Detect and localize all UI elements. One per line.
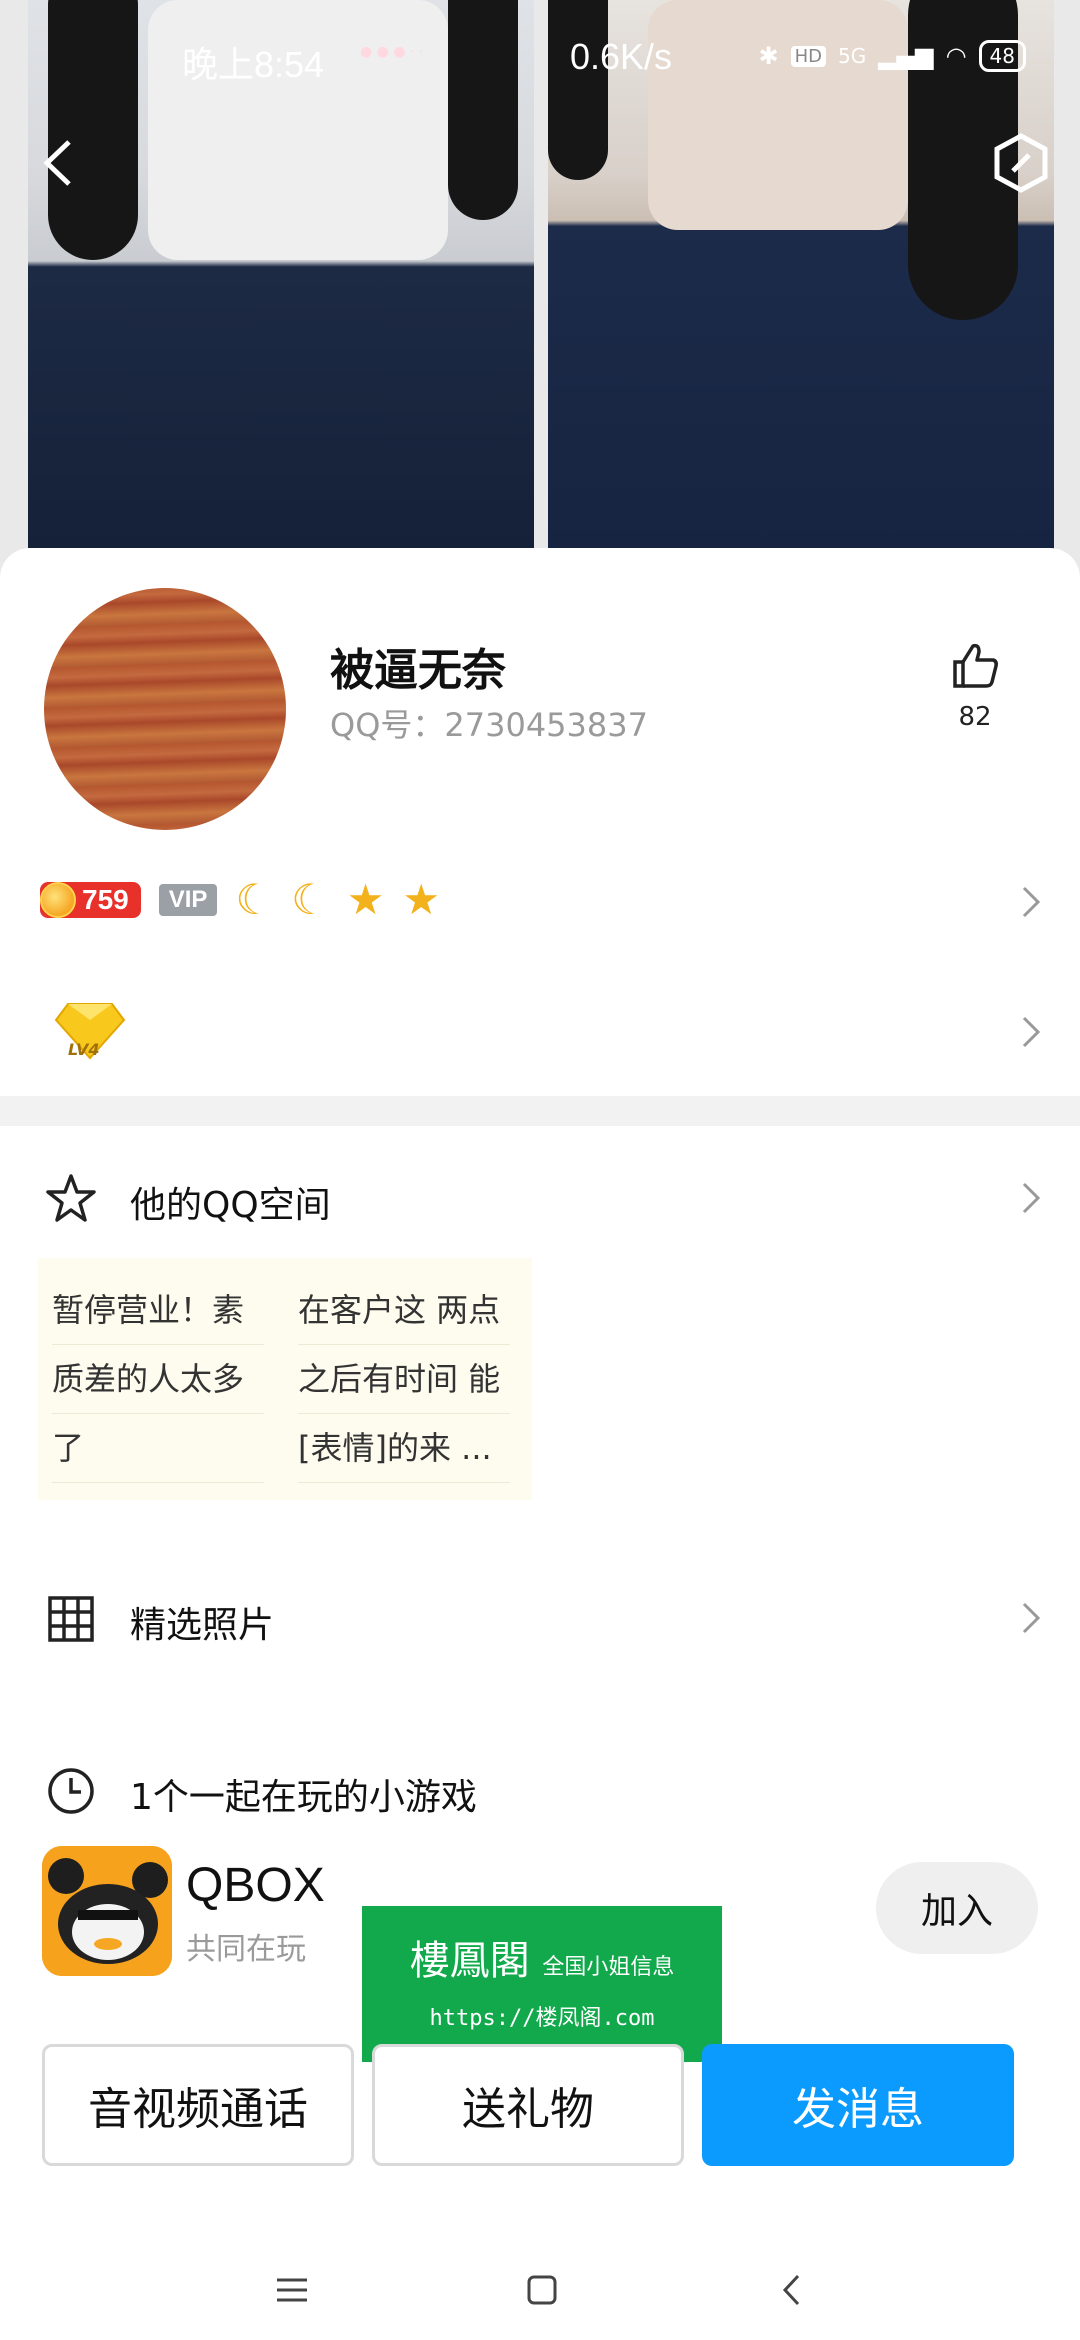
post-line: [表情]的来 ... — [298, 1414, 510, 1483]
like-button[interactable]: 82 — [940, 640, 1010, 732]
qq-number[interactable]: QQ号：2730453837 — [330, 700, 648, 746]
games-title: 1个一起在玩的小游戏 — [130, 1777, 477, 1818]
qzone-row[interactable]: 他的QQ空间 — [0, 1158, 1080, 1238]
photos-row[interactable]: 精选照片 — [0, 1578, 1080, 1658]
grid-icon — [48, 1596, 94, 1642]
battery-indicator: 48 — [978, 40, 1026, 72]
chevron-right-icon[interactable] — [1010, 1598, 1050, 1638]
moon-icon: ☾ — [235, 875, 274, 924]
profile-sheet: 被逼无奈 QQ号：2730453837 82 759 VIP ☾ ☾ ★ ★ L… — [0, 548, 1080, 2340]
post-line: 质差的人太多 — [52, 1345, 264, 1414]
home-icon — [527, 2275, 557, 2305]
system-nav-bar — [0, 2240, 1080, 2340]
post-line: 在客户这 两点 — [298, 1276, 510, 1345]
network-type: 5G — [837, 44, 867, 68]
watermark-subtitle: 全国小姐信息 — [542, 1955, 675, 1980]
hd-badge: HD — [790, 45, 826, 67]
chevron-left-icon — [43, 140, 71, 186]
network-speed: 0.6K/s — [570, 36, 673, 77]
video-call-button[interactable]: 音视频通话 — [42, 2044, 354, 2166]
post-line: 之后有时间 能 — [298, 1345, 510, 1414]
vip-badge: VIP — [158, 884, 218, 916]
share-icon — [994, 133, 1048, 193]
star-icon: ★ — [402, 875, 441, 924]
qzone-post[interactable]: 在客户这 两点 之后有时间 能 [表情]的来 ... — [298, 1276, 510, 1483]
back-button[interactable] — [24, 128, 94, 198]
watermark-banner: 樓鳳閣 全国小姐信息 https://楼凤阁.com — [362, 1906, 722, 2062]
coin-icon — [40, 882, 76, 918]
status-time: 晚上8:54 — [182, 44, 325, 85]
game-name[interactable]: QBOX — [186, 1858, 325, 1913]
watermark-title: 樓鳳閣 — [409, 1938, 530, 1984]
menu-icon — [277, 2278, 307, 2302]
game-subtitle: 共同在玩 — [186, 1932, 306, 1967]
wifi-icon: ◠ — [945, 42, 967, 70]
chevron-right-icon[interactable] — [1010, 1012, 1050, 1052]
qzone-title: 他的QQ空间 — [130, 1185, 331, 1226]
post-line: 暂停营业！素 — [52, 1276, 264, 1345]
chevron-right-icon[interactable] — [1010, 882, 1050, 922]
like-count: 82 — [958, 702, 992, 732]
status-bar: 晚上8:54 ● ● ● · · 0.6K/s ✱ HD 5G ▂▄▆ ◠ 48 — [0, 30, 1080, 90]
menu-button[interactable] — [262, 2260, 322, 2320]
level-number: 759 — [82, 884, 129, 915]
star-icon: ★ — [346, 875, 385, 924]
qzone-post[interactable]: 暂停营业！素 质差的人太多 了 — [52, 1276, 264, 1483]
share-button[interactable] — [986, 128, 1056, 198]
signal-icon: ▂▄▆ — [878, 42, 934, 70]
bluetooth-icon: ✱ — [758, 42, 779, 70]
status-icons: ✱ HD 5G ▂▄▆ ◠ 48 — [758, 40, 1026, 72]
home-button[interactable] — [512, 2260, 572, 2320]
game-icon[interactable] — [42, 1846, 172, 1976]
games-row: 1个一起在玩的小游戏 — [0, 1750, 1080, 1830]
system-back-button[interactable] — [762, 2260, 822, 2320]
clock-icon — [48, 1768, 94, 1814]
notification-dots: ● ● ● · · — [360, 44, 424, 60]
send-message-button[interactable]: 发消息 — [702, 2044, 1014, 2166]
nickname: 被逼无奈 — [330, 645, 506, 696]
qzone-preview[interactable]: 暂停营业！素 质差的人太多 了 在客户这 两点 之后有时间 能 [表情]的来 .… — [38, 1258, 532, 1500]
avatar[interactable] — [44, 588, 286, 830]
level-badges[interactable]: 759 VIP ☾ ☾ ★ ★ — [40, 870, 440, 930]
join-game-button[interactable]: 加入 — [876, 1862, 1038, 1954]
qq-level-badge: 759 — [40, 882, 141, 918]
diamond-badge[interactable]: LV4 — [54, 1000, 126, 1066]
chevron-right-icon[interactable] — [1010, 1178, 1050, 1218]
thumbs-up-icon — [953, 643, 998, 688]
post-line: 了 — [52, 1414, 264, 1483]
watermark-url: https://楼凤阁.com — [429, 2006, 655, 2031]
photos-title: 精选照片 — [130, 1605, 275, 1646]
moon-icon: ☾ — [291, 875, 329, 924]
diamond-level: LV4 — [68, 1040, 100, 1059]
star-outline-icon — [46, 1174, 96, 1222]
section-divider — [0, 1096, 1080, 1126]
action-bar: 音视频通话 送礼物 发消息 — [0, 2044, 1080, 2168]
chevron-left-icon — [782, 2274, 800, 2306]
send-gift-button[interactable]: 送礼物 — [372, 2044, 684, 2166]
